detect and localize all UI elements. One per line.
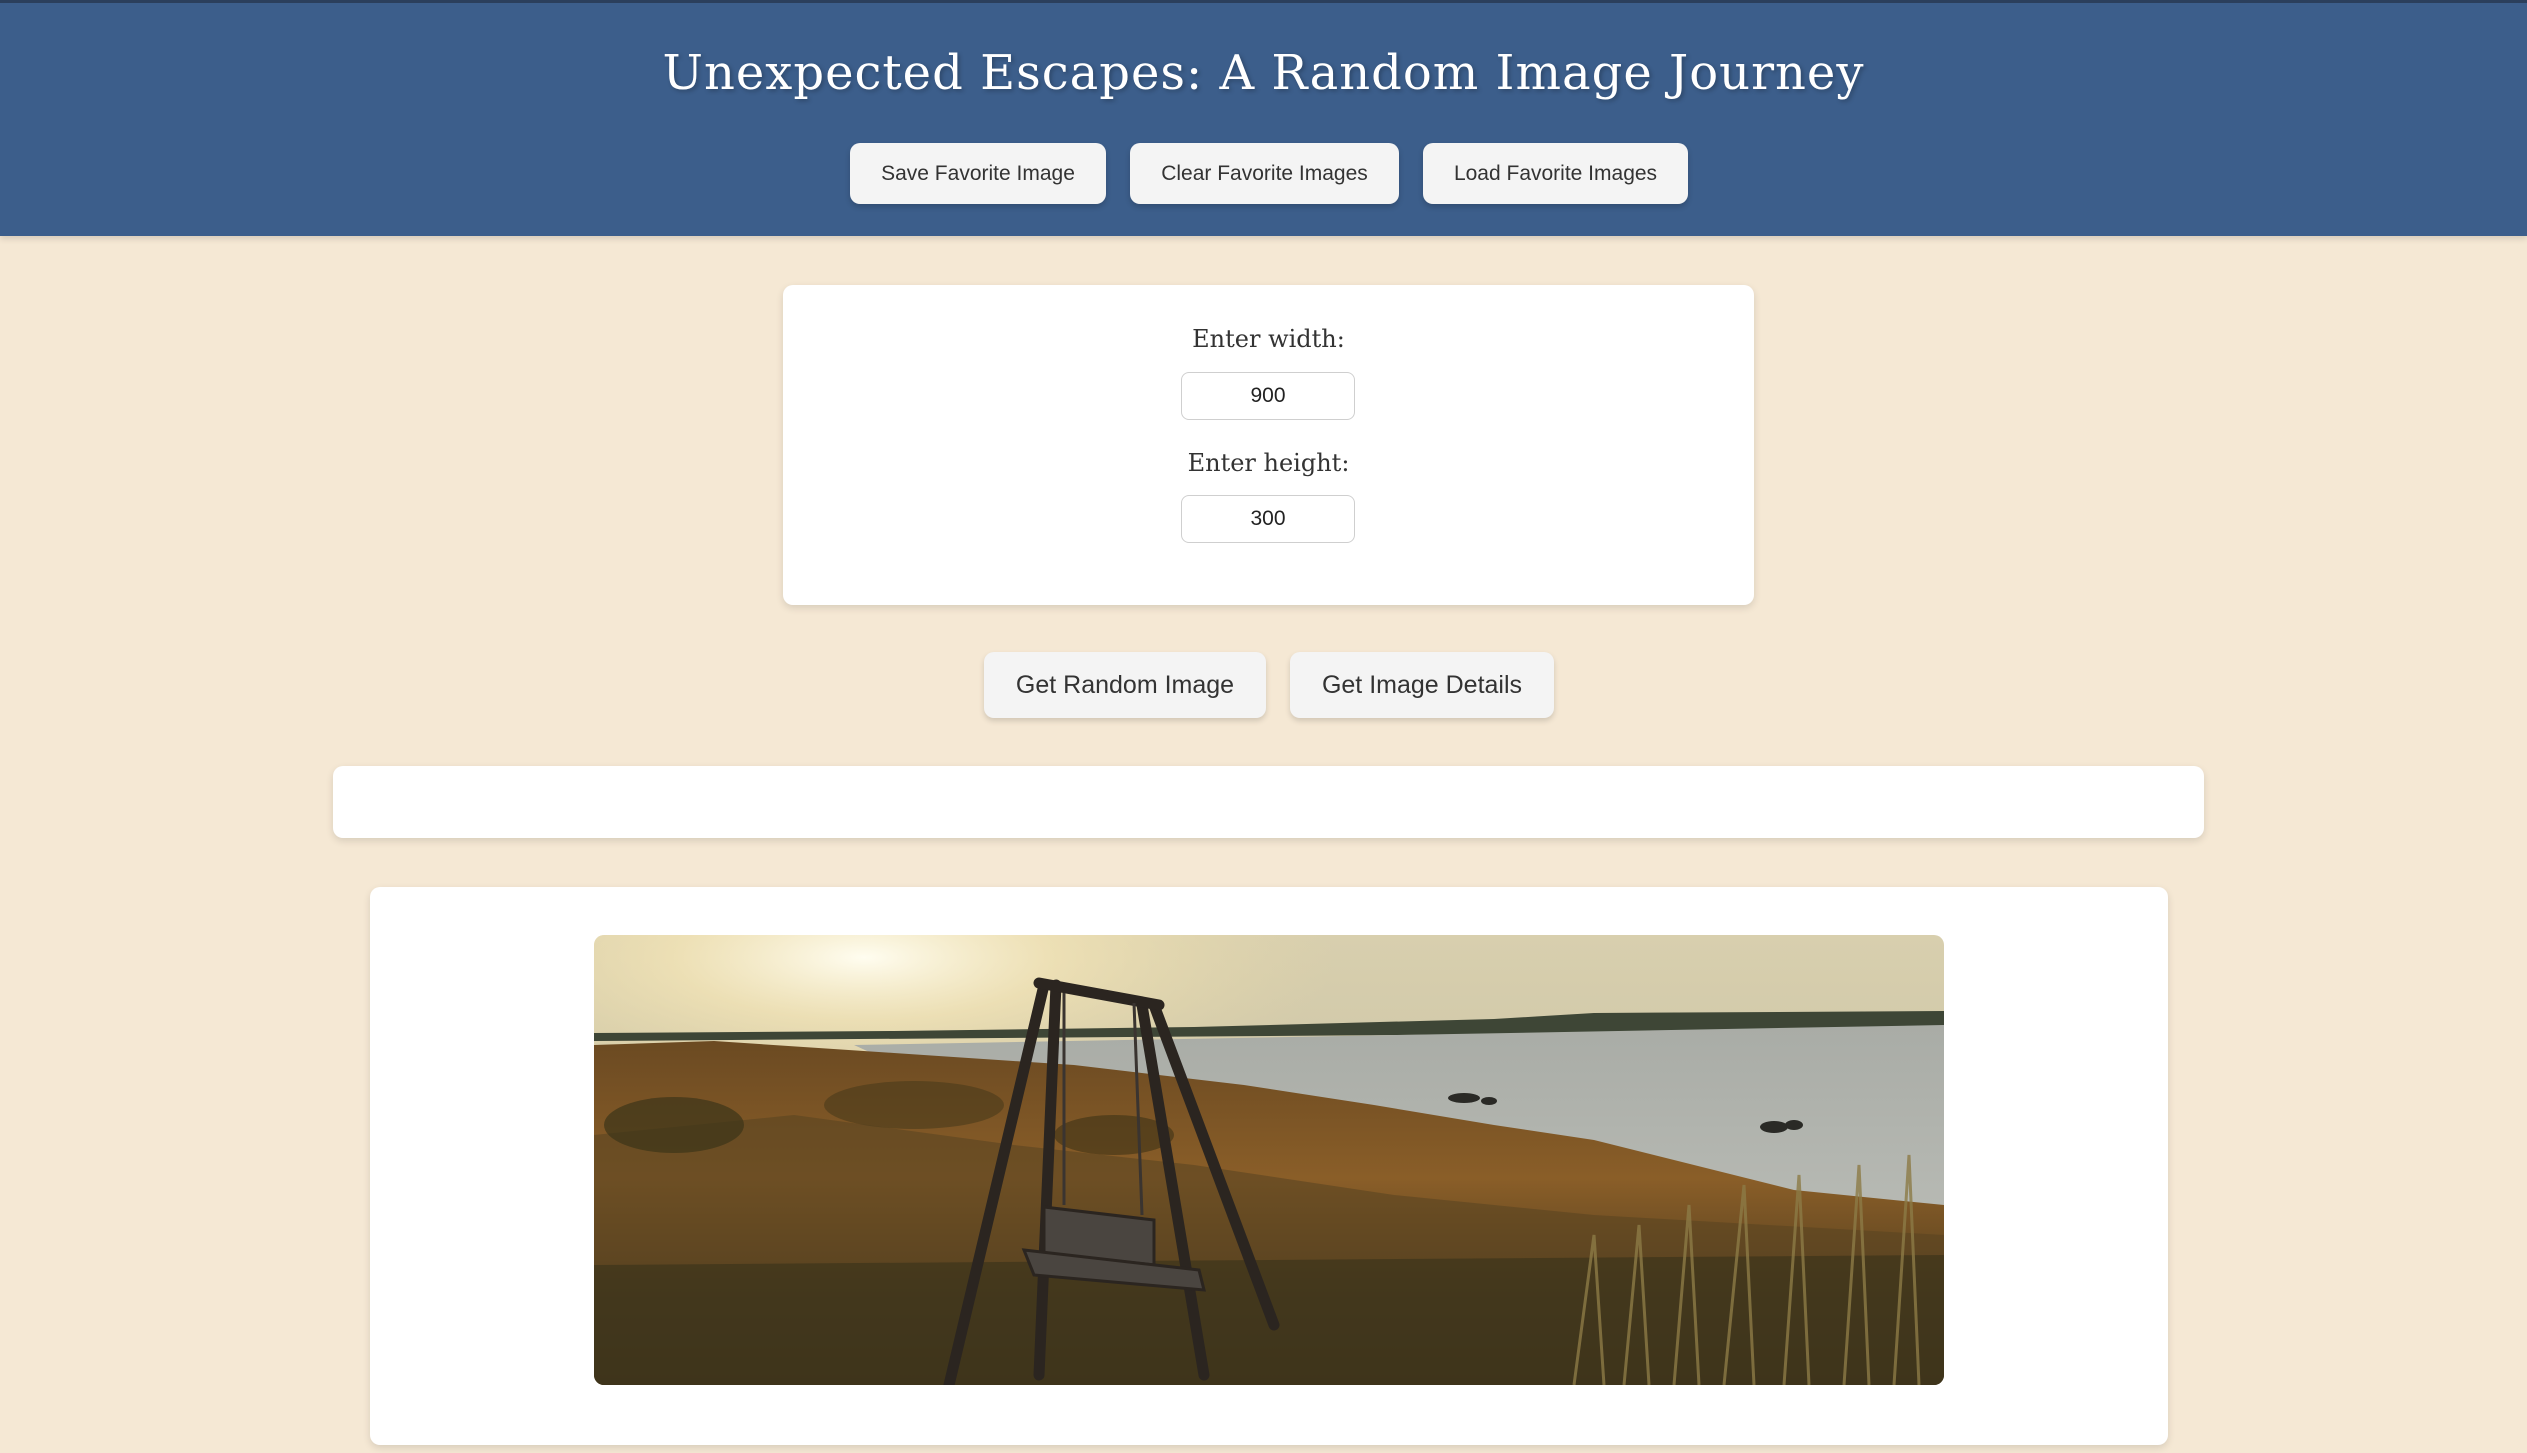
width-input[interactable] bbox=[1181, 372, 1355, 420]
width-label: Enter width: bbox=[1192, 325, 1345, 353]
load-favorites-button[interactable]: Load Favorite Images bbox=[1423, 143, 1688, 204]
height-input[interactable] bbox=[1181, 495, 1355, 543]
page-title: Unexpected Escapes: A Random Image Journ… bbox=[662, 45, 1865, 101]
dimensions-form-card: Enter width: Enter height: bbox=[783, 285, 1754, 605]
image-card bbox=[370, 887, 2168, 1445]
save-favorite-button[interactable]: Save Favorite Image bbox=[850, 143, 1106, 204]
image-details-panel bbox=[333, 766, 2204, 838]
height-label: Enter height: bbox=[1187, 449, 1350, 477]
clear-favorites-button[interactable]: Clear Favorite Images bbox=[1130, 143, 1399, 204]
random-image bbox=[594, 935, 1944, 1385]
get-image-details-button[interactable]: Get Image Details bbox=[1290, 652, 1554, 718]
get-random-image-button[interactable]: Get Random Image bbox=[984, 652, 1266, 718]
header-bar: Unexpected Escapes: A Random Image Journ… bbox=[0, 0, 2527, 236]
